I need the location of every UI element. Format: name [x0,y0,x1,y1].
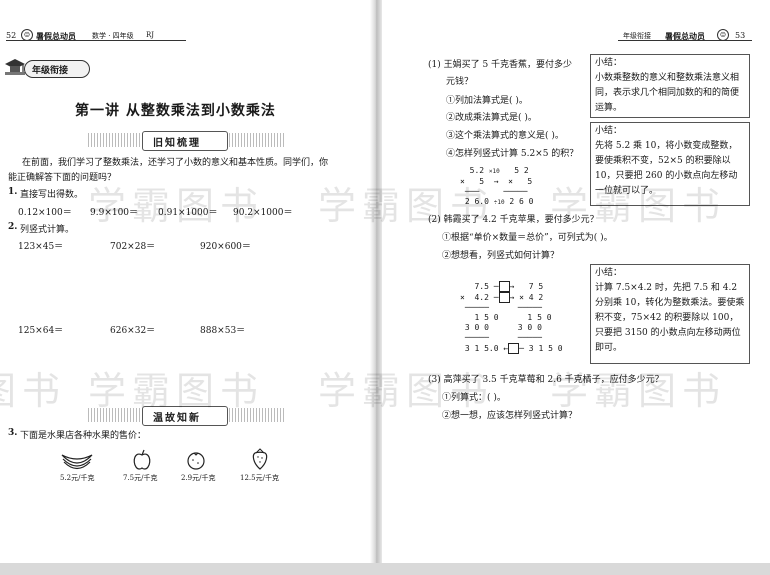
bottom-edge [0,563,770,575]
right-page: 年级衔接 暑假总动员 ☺ 53 (1) 王娟买了 5 千克香蕉，要付多少 元钱？… [380,0,770,575]
watermark: 学霸图书 [88,369,265,413]
price-label: 5.2元/千克 [60,474,95,482]
summary-1-title: 小结： [595,58,623,68]
problem-2-step: ②想想看，列竖式如何计算？ [442,251,560,261]
lesson-title: 第一讲 从整数乘法到小数乘法 [75,103,276,119]
apple-icon [132,449,152,471]
price-label: 2.9元/千克 [181,474,216,482]
graduation-cap-icon [4,56,26,78]
summary-box-1: 小结： 小数乘整数的意义和整数乘法意义相同，表示求几个相同加数的和的简便运算。 [590,54,750,118]
summary-3-text: 计算 7.5×4.2 时，先把 7.5 和 4.2 分别乘 10，转化为整数乘法… [595,283,745,353]
header-edition: RJ [146,31,155,39]
watermark: 学霸图书 [0,369,67,413]
grade-badge: 年级衔接 [24,60,90,78]
header-rule-left [6,40,186,41]
banana-icon [60,449,94,471]
q2-text: 列竖式计算。 [20,225,75,235]
section-heading-1-text: 旧知梳理 [153,138,201,149]
watermark: 学霸图书 [318,369,495,413]
watermark: 学霸图书 [550,184,727,228]
price-label: 12.5元/千克 [240,474,279,482]
badge-label: 年级衔接 [32,66,69,76]
watermark: 学霸图书 [88,184,265,228]
page-number-right: 53 [735,31,746,40]
problem-1-step: ①列加法算式是( )。 [446,96,528,106]
page-number-left: 52 [6,31,17,40]
header-rule-right [618,40,752,41]
q2-item: 888×53＝ [200,326,246,336]
vertical-calc-2: 7.5 ─ → 7 5 × 4.2 ─ → × 4 2 ───── ───── 1 … [460,281,563,354]
problem-1-step: ③这个乘法算式的意义是( )。 [446,131,564,141]
q3-number: 3. [8,428,18,438]
section-heading-1: 旧知梳理 [142,131,228,151]
intro-line-1: 在前面，我们学习了整数乘法，还学习了小数的意义和基本性质。同学们，你 [22,158,329,168]
q2-number: 2. [8,222,18,232]
q2-item: 702×28＝ [110,242,156,252]
book-gutter [370,0,382,575]
price-label: 7.5元/千克 [123,474,158,482]
problem-1-step: ②改成乘法算式是( )。 [446,113,537,123]
summary-1-text: 小数乘整数的意义和整数乘法意义相同，表示求几个相同加数的和的简便运算。 [595,73,740,113]
q2-item: 123×45＝ [18,242,64,252]
q1-number: 1. [8,187,18,197]
summary-2-title: 小结： [595,126,623,136]
q2-item: 626×32＝ [110,326,156,336]
summary-3-title: 小结： [595,268,623,278]
problem-1-cont: 元钱？ [446,77,474,87]
q2-item: 920×600＝ [200,242,251,252]
watermark: 学霸图书 [550,369,727,413]
orange-icon [186,450,206,470]
strawberry-icon [251,447,269,471]
q1-text: 直接写出得数。 [20,190,84,200]
q1-item: 0.12×100＝ [18,208,72,218]
q2-item: 125×64＝ [18,326,64,336]
watermark: 学霸图书 [318,184,495,228]
summary-box-3: 小结： 计算 7.5×4.2 时，先把 7.5 和 4.2 分别乘 10，转化为… [590,264,750,364]
problem-2-step: ①根据“单价×数量＝总价”，可列式为( )。 [442,233,613,243]
left-page: 52 ☺ 暑假总动员 数学 · 四年级 RJ 年级衔接 第一讲 从整数乘法到小数… [0,0,372,575]
problem-1: (1) 王娟买了 5 千克香蕉，要付多少 [428,60,573,70]
q3-text: 下面是水果店各种水果的售价： [20,431,147,441]
problem-1-step: ④怎样列竖式计算 5.2×5 的积？ [446,149,579,159]
